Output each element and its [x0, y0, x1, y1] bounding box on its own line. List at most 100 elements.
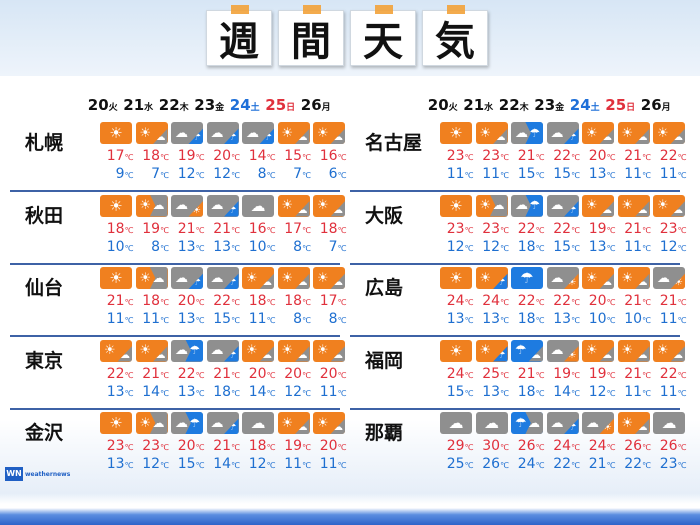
high-temp-value: 21 [142, 365, 161, 382]
weather-icon-sun-cloud: ☀ ☁ [313, 267, 345, 289]
temp-unit: ℃ [266, 171, 276, 180]
high-temp: 26℃ [618, 438, 654, 456]
temp-unit: ℃ [266, 298, 276, 307]
temp-unit: ℃ [124, 316, 134, 325]
high-temp: 20℃ [278, 366, 314, 384]
forecast-day: ☁ ☂ 22℃ 15℃ [546, 194, 583, 257]
city-block: 秋田 ☀ 18℃ 10℃ ☀ ☁ 19℃ 8℃ ☁ ☀ 21℃ 13℃ ☁ ☂ 21℃ 13℃ ☁ 16℃ 10℃ ☀… [10, 193, 347, 265]
low-temp-value: 6 [328, 166, 338, 182]
city-block: 東京 ☀ ☁ 22℃ 13℃ ☀ ☁ 21℃ 14℃ ☁ ☂ 22℃ 13℃ ☁ ☂ 21℃ 18℃ ☀ ☁ 20℃ 1… [10, 338, 347, 410]
forecast-day: ☁ ☂ 14℃ 8℃ [242, 122, 278, 184]
temp-unit: ℃ [500, 461, 509, 470]
low-temp-value: 12 [213, 166, 232, 182]
low-temp: 13℃ [582, 166, 618, 184]
forecast-day: ☁ ☂ 20℃ 12℃ [206, 122, 243, 184]
city-name: 札幌 [25, 132, 64, 154]
temp-unit: ℃ [571, 243, 580, 253]
weather-icon-sun: ☀ [100, 412, 132, 434]
high-temp-value: 26 [624, 438, 643, 454]
high-temp: 24℃ [547, 438, 583, 456]
temp-unit: ℃ [677, 443, 687, 452]
forecast-day: ☁ ☂ 22℃ 18℃ [511, 194, 547, 257]
temp-unit: ℃ [124, 171, 134, 180]
low-temp-value: 13 [106, 456, 125, 472]
low-temp: 13℃ [171, 384, 207, 402]
high-temp: 20℃ [313, 438, 349, 456]
high-temp-value: 21 [624, 293, 643, 309]
weather-icon-sun-cloud: ☀ ☁ [582, 122, 614, 144]
forecast-day: ☂ 22℃ 18℃ [511, 267, 547, 329]
low-temp: 13℃ [547, 311, 583, 329]
city-name: 秋田 [25, 204, 64, 227]
temp-unit: ℃ [195, 171, 205, 180]
temp-unit: ℃ [195, 443, 205, 452]
temp-unit: ℃ [677, 461, 687, 470]
low-temp: 21℃ [582, 456, 618, 474]
high-temp: 22℃ [547, 148, 583, 166]
low-temp: 10℃ [618, 311, 654, 329]
rain-icon: ☂ [511, 267, 543, 289]
temp-unit: ℃ [337, 171, 347, 180]
high-temp: 20℃ [171, 438, 207, 456]
temp-unit: ℃ [500, 388, 509, 398]
high-temp-value: 21 [106, 293, 125, 309]
weather-icon-cloud-rain: ☁ ☂ [511, 122, 543, 144]
high-temp: 21℃ [618, 221, 654, 239]
high-temp: 23℃ [136, 438, 172, 456]
low-temp: 11℃ [653, 166, 689, 184]
high-temp-value: 20 [319, 365, 338, 382]
high-temp: 21℃ [511, 366, 547, 384]
forecast-cells: ☀ 24℃ 13℃ ☀ ☂ 24℃ 13℃ ☂ 22℃ 18℃ ☁ ☀ 22℃ 13℃ ☀ ☁ 20℃ 10℃ ☀ ☁… [440, 267, 689, 329]
temp-unit: ℃ [500, 298, 509, 307]
forecast-day: ☀ ☁ 19℃ 13℃ [582, 194, 618, 257]
date-weekday: 月 [321, 103, 331, 113]
sun-icon: ☀ [440, 194, 472, 217]
high-temp-value: 18 [106, 220, 125, 237]
low-temp-value: 10 [106, 238, 125, 255]
date-day: 22 [498, 96, 520, 114]
temp-unit: ℃ [677, 298, 687, 307]
low-temp-value: 18 [213, 383, 232, 400]
high-temp: 26℃ [653, 438, 689, 456]
high-temp-value: 21 [624, 148, 643, 164]
low-temp-value: 12 [446, 238, 465, 255]
high-temp: 14℃ [242, 148, 278, 166]
forecast-day: ☁ ☀ 21℃ 11℃ [653, 267, 689, 329]
weather-icon-sun-cloud: ☀ ☁ [242, 339, 274, 362]
weather-icon-cloud-rain: ☁ ☂ [546, 412, 579, 434]
high-temp-value: 21 [624, 220, 643, 237]
temp-unit: ℃ [500, 316, 509, 325]
temp-unit: ℃ [642, 316, 651, 325]
high-temp-value: 21 [517, 148, 536, 164]
temp-unit: ℃ [500, 443, 509, 452]
low-temp-value: 24 [517, 456, 536, 472]
weather-icon-sun-cloud: ☀ ☁ [100, 339, 132, 362]
temp-unit: ℃ [160, 388, 169, 398]
temp-unit: ℃ [124, 461, 134, 470]
high-temp: 24℃ [440, 293, 476, 311]
temp-unit: ℃ [500, 370, 509, 380]
low-temp-value: 8 [328, 311, 338, 327]
high-temp: 21℃ [136, 366, 172, 384]
high-temp-value: 16 [248, 220, 267, 237]
low-temp-value: 21 [588, 456, 607, 472]
high-temp: 17℃ [278, 221, 314, 239]
page-title: 週 間 天 気 [206, 5, 488, 66]
weather-icon-cloud-rain: ☁ ☂ [206, 194, 239, 217]
weather-icon-cloud-rain: ☁ ☂ [242, 122, 274, 144]
temp-unit: ℃ [160, 225, 169, 235]
high-temp: 16℃ [313, 148, 349, 166]
forecast-day: ☂ ☁ 21℃ 18℃ [511, 339, 547, 402]
low-temp: 18℃ [511, 239, 547, 257]
forecast-cells: ☀ 23℃ 13℃ ☀ ☁ 23℃ 12℃ ☁ ☂ 20℃ 15℃ ☁ ☂ 21℃ 14℃ ☁ 18℃ 12℃ ☀ ☁… [100, 412, 349, 474]
low-temp: 12℃ [476, 239, 512, 257]
weather-icon-sun-cloud: ☀ ☁ [653, 339, 685, 362]
forecast-day: ☀ ☁ 21℃ 10℃ [617, 267, 654, 329]
high-temp: 22℃ [207, 293, 243, 311]
high-temp-value: 21 [213, 365, 232, 382]
high-temp: 20℃ [582, 293, 618, 311]
forecast-day: ☀ ☂ 24℃ 13℃ [475, 267, 512, 329]
temp-unit: ℃ [160, 443, 169, 452]
forecast-day: ☀ ☁ 15℃ 7℃ [277, 122, 314, 184]
temp-unit: ℃ [195, 243, 205, 253]
